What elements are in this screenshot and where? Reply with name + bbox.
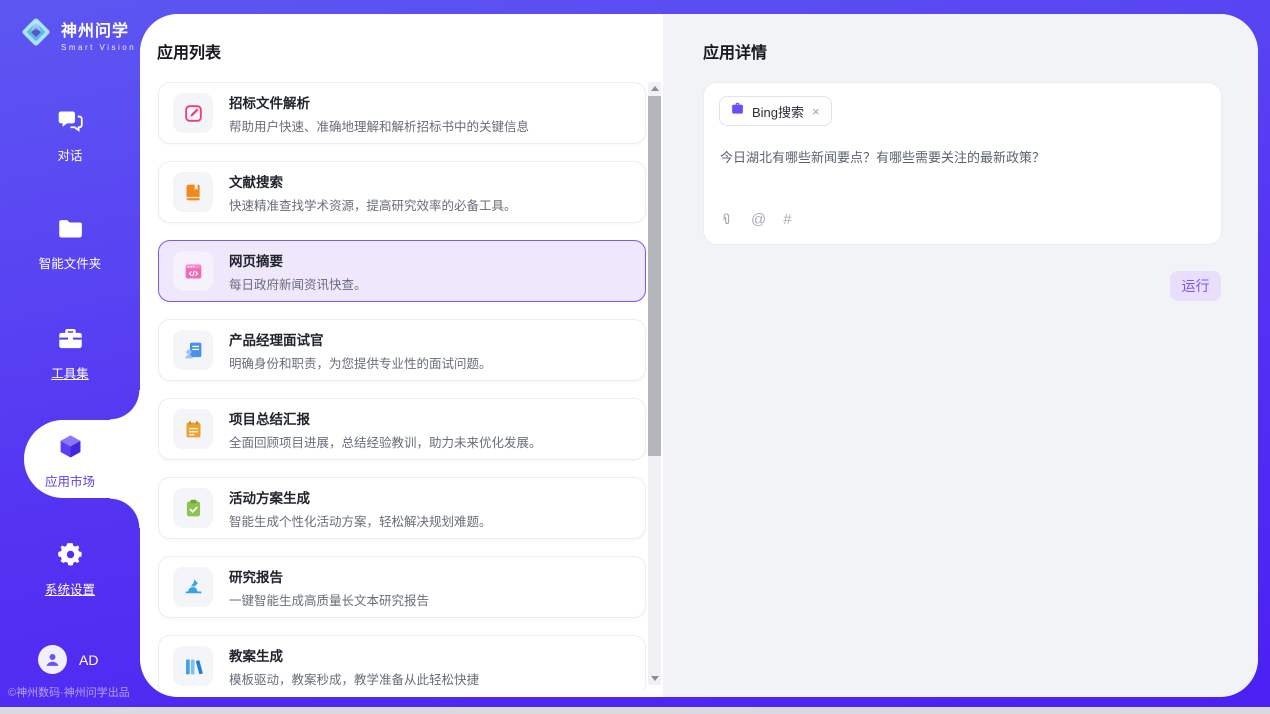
paperclip-icon[interactable] bbox=[719, 211, 734, 228]
app-description: 全面回顾项目进展，总结经验教训，助力未来优化发展。 bbox=[229, 432, 542, 451]
app-card-event-plan[interactable]: 活动方案生成 智能生成个性化活动方案，轻松解决规划难题。 bbox=[158, 477, 646, 539]
sidebar-item-label: 应用市场 bbox=[45, 471, 95, 490]
app-description: 模板驱动，教案秒成，教学准备从此轻松快捷 bbox=[229, 669, 479, 688]
app-card-research-report[interactable]: 研究报告 一键智能生成高质量长文本研究报告 bbox=[158, 556, 646, 618]
brand-name: 神州问学 bbox=[61, 17, 136, 41]
cube-icon bbox=[57, 433, 84, 465]
app-title: 产品经理面试官 bbox=[229, 329, 492, 349]
input-toolbar: @ # bbox=[719, 211, 792, 228]
app-title: 招标文件解析 bbox=[229, 92, 529, 112]
books-icon bbox=[173, 646, 213, 686]
bump-curve-bottom bbox=[110, 498, 140, 528]
copyright-footer: ©神州数码·神州问学出品 bbox=[8, 684, 130, 700]
app-card-lesson-plan[interactable]: 教案生成 模板驱动，教案秒成，教学准备从此轻松快捷 bbox=[158, 635, 646, 690]
sidebar-item-toolset[interactable]: 工具集 bbox=[0, 318, 140, 388]
browser-code-icon bbox=[173, 251, 213, 291]
brand-logo: 神州问学 Smart Vision bbox=[18, 14, 136, 55]
sidebar-item-app-market[interactable]: 应用市场 bbox=[0, 426, 140, 496]
interview-icon bbox=[173, 330, 213, 370]
clipboard-check-icon bbox=[173, 488, 213, 528]
app-card-bid-parsing[interactable]: 招标文件解析 帮助用户快速、准确地理解和解析招标书中的关键信息 bbox=[158, 82, 646, 144]
scroll-up-button[interactable] bbox=[648, 82, 661, 95]
sidebar-item-label: 工具集 bbox=[51, 363, 89, 382]
triangle-up-icon bbox=[651, 86, 659, 91]
app-card-pm-interviewer[interactable]: 产品经理面试官 明确身份和职责，为您提供专业性的面试问题。 bbox=[158, 319, 646, 381]
chat-icon bbox=[57, 107, 84, 139]
sidebar-item-label: 智能文件夹 bbox=[39, 253, 102, 272]
chip-close-icon[interactable]: × bbox=[811, 105, 821, 118]
hash-icon[interactable]: # bbox=[783, 211, 791, 228]
mention-icon[interactable]: @ bbox=[751, 211, 766, 228]
app-title: 研究报告 bbox=[229, 566, 429, 586]
app-description: 快速精准查找学术资源，提高研究效率的必备工具。 bbox=[229, 195, 517, 214]
run-button[interactable]: 运行 bbox=[1170, 271, 1221, 301]
sidebar-item-label: 对话 bbox=[57, 145, 82, 164]
app-title: 文献搜索 bbox=[229, 171, 517, 191]
content-area: 应用列表 招标文件解析 帮助用户快速、准确地理解和解析招标书中的关键信息 bbox=[140, 14, 1258, 697]
folder-icon bbox=[57, 215, 84, 247]
app-description: 一键智能生成高质量长文本研究报告 bbox=[229, 590, 429, 609]
app-description: 帮助用户快速、准确地理解和解析招标书中的关键信息 bbox=[229, 116, 529, 135]
app-title: 教案生成 bbox=[229, 645, 479, 665]
user-name: AD bbox=[79, 652, 98, 668]
app-description: 智能生成个性化活动方案，轻松解决规划难题。 bbox=[229, 511, 492, 530]
briefcase-icon bbox=[730, 101, 745, 121]
app-list-scroll-area: 招标文件解析 帮助用户快速、准确地理解和解析招标书中的关键信息 文献搜索 bbox=[158, 82, 648, 690]
app-card-web-summary[interactable]: 网页摘要 每日政府新闻资讯快查。 bbox=[158, 240, 646, 302]
toolbox-icon bbox=[57, 325, 84, 357]
notepad-icon bbox=[173, 409, 213, 449]
app-list-scrollbar[interactable] bbox=[648, 82, 661, 685]
user-account[interactable]: AD bbox=[38, 645, 98, 674]
app-detail-panel: 应用详情 Bing搜索 × 今日湖北有哪些新闻要点？有哪些需要关注的最新政策？ bbox=[663, 14, 1258, 697]
scroll-down-button[interactable] bbox=[648, 672, 661, 685]
tool-chip-label: Bing搜索 bbox=[752, 102, 804, 121]
app-title: 网页摘要 bbox=[229, 250, 367, 270]
avatar bbox=[38, 645, 67, 674]
query-input-text[interactable]: 今日湖北有哪些新闻要点？有哪些需要关注的最新政策？ bbox=[720, 147, 1200, 166]
sidebar-item-smart-folder[interactable]: 智能文件夹 bbox=[0, 208, 140, 278]
app-title: 项目总结汇报 bbox=[229, 408, 542, 428]
research-icon bbox=[173, 567, 213, 607]
app-description: 明确身份和职责，为您提供专业性的面试问题。 bbox=[229, 353, 492, 372]
sidebar: 神州问学 Smart Vision 对话 智能文件夹 bbox=[0, 0, 140, 707]
prompt-card: Bing搜索 × 今日湖北有哪些新闻要点？有哪些需要关注的最新政策？ @ # bbox=[703, 82, 1222, 245]
app-list-panel: 应用列表 招标文件解析 帮助用户快速、准确地理解和解析招标书中的关键信息 bbox=[140, 14, 663, 697]
scrollbar-thumb[interactable] bbox=[648, 96, 661, 456]
book-icon bbox=[173, 172, 213, 212]
tool-chip-bing-search[interactable]: Bing搜索 × bbox=[719, 96, 832, 126]
app-list-title: 应用列表 bbox=[157, 39, 221, 63]
bump-curve-top bbox=[110, 390, 140, 420]
app-description: 每日政府新闻资讯快查。 bbox=[229, 274, 367, 293]
app-card-literature-search[interactable]: 文献搜索 快速精准查找学术资源，提高研究效率的必备工具。 bbox=[158, 161, 646, 223]
edit-doc-icon bbox=[173, 93, 213, 133]
gear-icon bbox=[57, 541, 84, 573]
triangle-down-icon bbox=[651, 676, 659, 681]
app-card-project-summary[interactable]: 项目总结汇报 全面回顾项目进展，总结经验教训，助力未来优化发展。 bbox=[158, 398, 646, 460]
app-shell: 神州问学 Smart Vision 对话 智能文件夹 bbox=[0, 0, 1270, 707]
sidebar-item-chat[interactable]: 对话 bbox=[0, 100, 140, 170]
app-detail-title: 应用详情 bbox=[703, 39, 767, 63]
app-title: 活动方案生成 bbox=[229, 487, 492, 507]
brand-subtitle: Smart Vision bbox=[61, 43, 136, 52]
sidebar-item-label: 系统设置 bbox=[45, 579, 95, 598]
gem-logo-icon bbox=[18, 14, 54, 55]
sidebar-item-settings[interactable]: 系统设置 bbox=[0, 534, 140, 604]
